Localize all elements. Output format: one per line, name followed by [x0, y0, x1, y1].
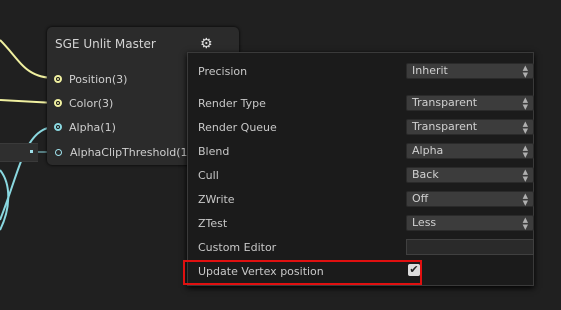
- setting-render-queue: Render Queue Transparent ▲ ▼: [198, 119, 534, 137]
- dropdown-value: Transparent: [412, 120, 478, 133]
- dropdown-value: Alpha: [412, 144, 444, 157]
- setting-label: ZTest: [198, 217, 228, 230]
- port-position[interactable]: Position(3): [55, 71, 127, 87]
- dropdown-value: Back: [412, 168, 439, 181]
- setting-label: Render Queue: [198, 121, 277, 134]
- upstream-port-dot[interactable]: [30, 150, 33, 153]
- precision-dropdown[interactable]: Inherit ▲ ▼: [406, 63, 534, 79]
- port-color[interactable]: Color(3): [55, 95, 113, 111]
- setting-render-type: Render Type Transparent ▲ ▼: [198, 95, 534, 113]
- updown-arrows-icon: ▲ ▼: [522, 216, 528, 231]
- node-title: SGE Unlit Master: [55, 37, 156, 51]
- zwrite-dropdown[interactable]: Off ▲ ▼: [406, 191, 534, 207]
- render-type-dropdown[interactable]: Transparent ▲ ▼: [406, 95, 534, 111]
- setting-label: Blend: [198, 145, 230, 158]
- ztest-dropdown[interactable]: Less ▲ ▼: [406, 215, 534, 231]
- checkmark-icon: ✔: [409, 263, 419, 276]
- blend-dropdown[interactable]: Alpha ▲ ▼: [406, 143, 534, 159]
- updown-arrows-icon: ▲ ▼: [522, 168, 528, 183]
- port-label: Position(3): [69, 72, 128, 86]
- setting-cull: Cull Back ▲ ▼: [198, 167, 534, 185]
- setting-label: Cull: [198, 169, 219, 182]
- setting-label: Update Vertex position: [198, 265, 324, 278]
- updown-arrows-icon: ▲ ▼: [522, 120, 528, 135]
- updown-arrows-icon: ▲ ▼: [522, 144, 528, 159]
- node-settings-panel: Precision Inherit ▲ ▼ Render Type Transpa…: [187, 52, 534, 286]
- port-label: AlphaClipThreshold(1): [70, 145, 192, 159]
- setting-custom-editor: Custom Editor: [198, 239, 534, 257]
- cull-dropdown[interactable]: Back ▲ ▼: [406, 167, 534, 183]
- custom-editor-field[interactable]: [406, 239, 534, 255]
- setting-ztest: ZTest Less ▲ ▼: [198, 215, 534, 233]
- port-label: Alpha(1): [69, 120, 116, 134]
- updown-arrows-icon: ▲ ▼: [522, 64, 528, 79]
- port-alpha[interactable]: Alpha(1): [55, 119, 116, 135]
- port-dot-icon[interactable]: [56, 101, 60, 105]
- setting-label: Custom Editor: [198, 241, 277, 254]
- setting-label: Precision: [198, 65, 248, 78]
- dropdown-value: Less: [412, 216, 437, 229]
- port-label: Color(3): [69, 96, 114, 110]
- setting-precision: Precision Inherit ▲ ▼: [198, 63, 534, 81]
- gear-icon[interactable]: ⚙: [200, 36, 213, 52]
- port-dot-icon[interactable]: [56, 77, 60, 81]
- setting-label: Render Type: [198, 97, 266, 110]
- setting-blend: Blend Alpha ▲ ▼: [198, 143, 534, 161]
- port-dot-icon[interactable]: [56, 125, 60, 129]
- dropdown-value: Inherit: [412, 64, 448, 77]
- dropdown-value: Transparent: [412, 96, 478, 109]
- setting-zwrite: ZWrite Off ▲ ▼: [198, 191, 534, 209]
- render-queue-dropdown[interactable]: Transparent ▲ ▼: [406, 119, 534, 135]
- setting-label: ZWrite: [198, 193, 235, 206]
- setting-update-vertex-position: Update Vertex position ✔: [198, 263, 528, 281]
- port-dot-icon[interactable]: [55, 148, 62, 156]
- port-alphaclipthreshold[interactable]: AlphaClipThreshold(1): [55, 144, 192, 160]
- update-vertex-position-checkbox[interactable]: ✔: [408, 264, 420, 276]
- updown-arrows-icon: ▲ ▼: [522, 96, 528, 111]
- updown-arrows-icon: ▲ ▼: [522, 192, 528, 207]
- dropdown-value: Off: [412, 192, 429, 205]
